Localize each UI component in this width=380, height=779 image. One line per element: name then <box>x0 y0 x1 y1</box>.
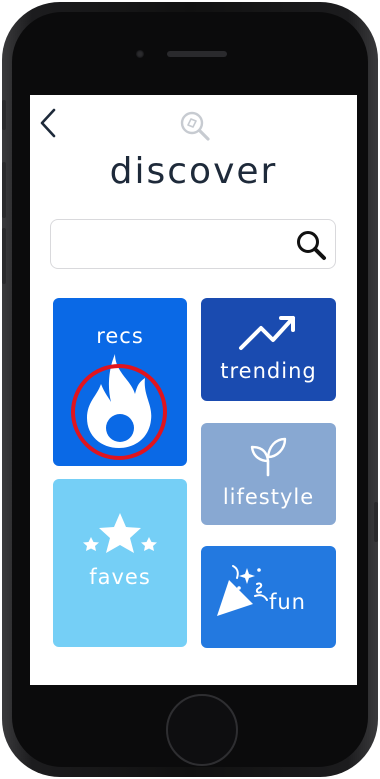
power-button <box>374 502 378 542</box>
tile-faves-label: faves <box>89 565 151 589</box>
earpiece-speaker <box>167 51 227 57</box>
tile-fun[interactable]: fun <box>201 546 336 648</box>
sprout-icon <box>250 437 287 477</box>
tile-trending[interactable]: trending <box>201 298 336 401</box>
page-title: discover <box>109 151 278 192</box>
magnifier-logo-icon <box>178 109 212 143</box>
stars-icon <box>83 513 157 553</box>
tile-trending-label: trending <box>220 359 317 383</box>
trend-up-icon <box>239 316 295 350</box>
chevron-left-icon <box>40 108 56 138</box>
app-screen: discover recs trending lifestyle faves f… <box>30 95 357 685</box>
volume-down-button <box>2 228 6 284</box>
front-camera <box>136 50 144 58</box>
search-bar <box>50 219 336 269</box>
tile-recs[interactable]: recs <box>53 298 187 466</box>
tile-faves[interactable]: faves <box>53 479 187 647</box>
search-icon[interactable] <box>295 229 327 261</box>
search-input[interactable] <box>59 226 283 264</box>
mute-switch <box>2 100 6 130</box>
home-button[interactable] <box>166 694 238 766</box>
tile-lifestyle[interactable]: lifestyle <box>201 423 336 525</box>
tile-fun-label: fun <box>268 590 306 614</box>
back-button[interactable] <box>36 107 60 139</box>
volume-up-button <box>2 162 6 218</box>
tile-lifestyle-label: lifestyle <box>222 485 315 509</box>
flame-icon <box>71 354 167 460</box>
